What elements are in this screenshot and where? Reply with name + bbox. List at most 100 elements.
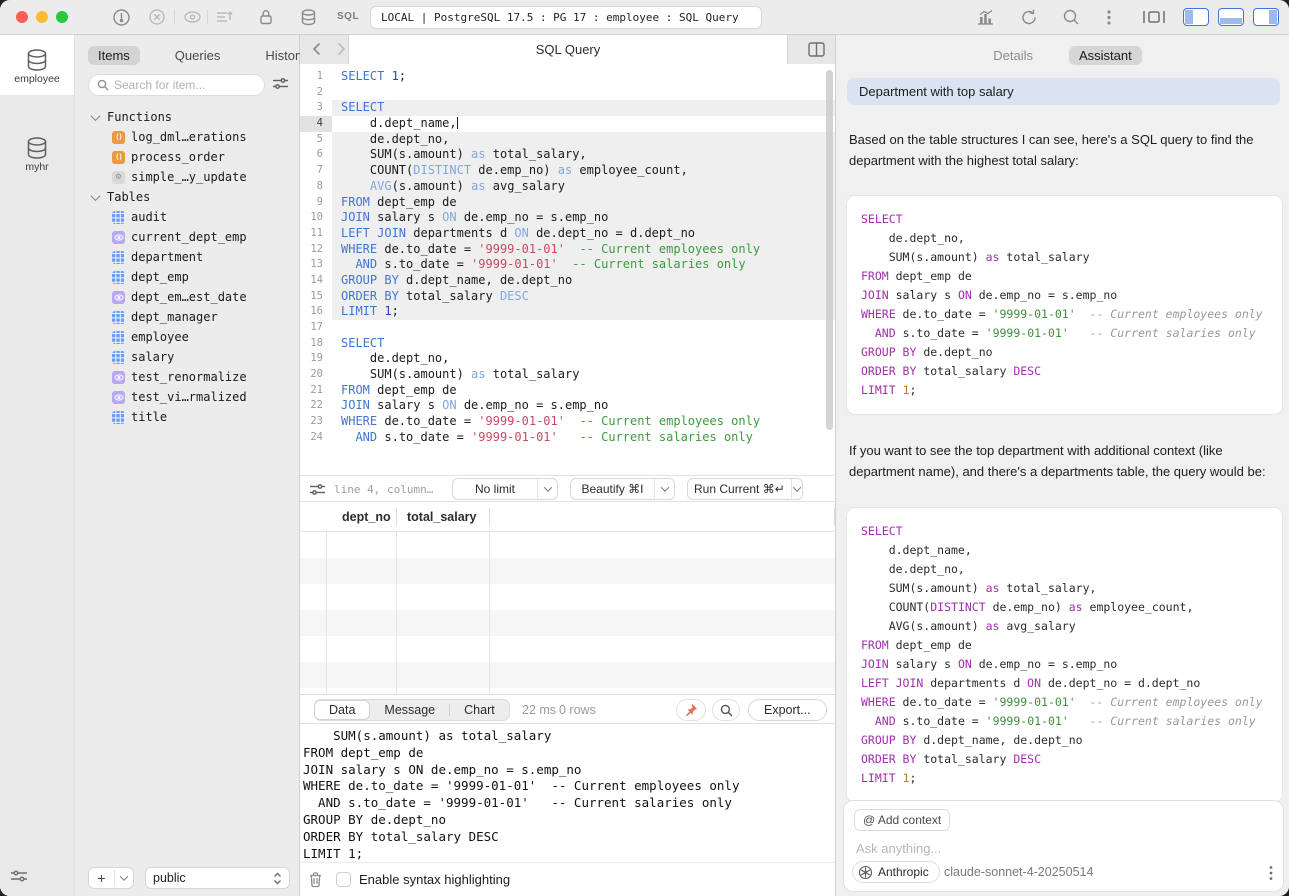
database-icon[interactable] <box>300 8 317 27</box>
tab-assistant[interactable]: Assistant <box>1069 46 1142 65</box>
editor-line-24[interactable]: 24 AND s.to_date = '9999-01-01' -- Curre… <box>300 430 835 446</box>
table-row[interactable] <box>300 662 835 688</box>
table-row[interactable] <box>300 636 835 662</box>
workspace-settings-icon[interactable] <box>10 868 28 884</box>
editor-line-3[interactable]: 3SELECT <box>300 100 835 116</box>
tab-details[interactable]: Details <box>983 46 1043 65</box>
connection-item-employee[interactable]: employee <box>0 35 74 95</box>
refresh-icon[interactable] <box>1020 8 1038 27</box>
sidebar-item-department[interactable]: department <box>75 247 299 267</box>
connection-title-field[interactable]: LOCAL | PostgreSQL 17.5 : PG 17 : employ… <box>370 6 762 29</box>
assistant-code-block[interactable]: SELECT de.dept_no, SUM(s.amount) as tota… <box>847 196 1282 414</box>
split-editor-icon[interactable] <box>808 42 825 57</box>
editor-scrollbar[interactable] <box>826 70 833 430</box>
editor-line-8[interactable]: 8 AVG(s.amount) as avg_salary <box>300 179 835 195</box>
editor-line-23[interactable]: 23WHERE de.to_date = '9999-01-01' -- Cur… <box>300 414 835 430</box>
export-button[interactable]: Export... <box>748 699 827 721</box>
sidebar-item-current-dept-emp[interactable]: current_dept_emp <box>75 227 299 247</box>
tab-sql-query[interactable]: SQL Query <box>348 35 788 64</box>
row-limit-dropdown[interactable]: No limit <box>452 478 558 500</box>
disconnect-icon[interactable] <box>148 8 166 26</box>
sidebar-item-salary[interactable]: salary <box>75 347 299 367</box>
editor-line-17[interactable]: 17 <box>300 320 835 336</box>
editor-line-14[interactable]: 14GROUP BY d.dept_name, de.dept_no <box>300 273 835 289</box>
tab-items[interactable]: Items <box>88 46 140 65</box>
run-current-button[interactable]: Run Current ⌘↵ <box>687 478 803 500</box>
zoom-window-button[interactable] <box>56 11 68 23</box>
sidebar-item-dept-manager[interactable]: dept_manager <box>75 307 299 327</box>
editor-line-1[interactable]: 1SELECT 1; <box>300 69 835 85</box>
editor-line-11[interactable]: 11LEFT JOIN departments d ON de.dept_no … <box>300 226 835 242</box>
editor-line-2[interactable]: 2 <box>300 85 835 101</box>
tab-message[interactable]: Message <box>370 700 449 720</box>
editor-line-21[interactable]: 21FROM dept_emp de <box>300 383 835 399</box>
toggle-left-panel-button[interactable] <box>1183 8 1209 26</box>
tree-section-functions[interactable]: Functions <box>75 107 299 127</box>
center-layout-icon[interactable] <box>1142 8 1166 26</box>
tab-data[interactable]: Data <box>314 700 370 720</box>
table-row[interactable] <box>300 558 835 584</box>
preview-eye-icon[interactable] <box>183 8 202 26</box>
editor-line-20[interactable]: 20 SUM(s.amount) as total_salary <box>300 367 835 383</box>
close-window-button[interactable] <box>16 11 28 23</box>
editor-settings-icon[interactable] <box>309 482 326 497</box>
editor-line-19[interactable]: 19 de.dept_no, <box>300 351 835 367</box>
table-row[interactable] <box>300 610 835 636</box>
forward-icon[interactable] <box>337 42 346 56</box>
assistant-code-block[interactable]: SELECT d.dept_name, de.dept_no, SUM(s.am… <box>847 508 1282 802</box>
lock-icon[interactable] <box>258 8 274 26</box>
provider-selector[interactable]: Anthropic <box>852 861 940 883</box>
toggle-right-panel-button[interactable] <box>1253 8 1279 26</box>
sidebar-item-employee[interactable]: employee <box>75 327 299 347</box>
chat-options-icon[interactable] <box>1269 865 1273 881</box>
column-header-dept-no[interactable]: dept_no <box>327 508 397 526</box>
editor-line-10[interactable]: 10JOIN salary s ON de.emp_no = s.emp_no <box>300 210 835 226</box>
editor-line-13[interactable]: 13 AND s.to_date = '9999-01-01' -- Curre… <box>300 257 835 273</box>
assistant-chat-input[interactable]: @ Add context Ask anything... Anthropic … <box>843 800 1284 892</box>
tab-queries[interactable]: Queries <box>165 46 231 65</box>
column-header-total-salary[interactable]: total_salary <box>397 508 490 526</box>
minimize-window-button[interactable] <box>36 11 48 23</box>
search-results-button[interactable] <box>712 699 740 721</box>
more-options-icon[interactable] <box>1106 8 1112 27</box>
tree-section-tables[interactable]: Tables <box>75 187 299 207</box>
message-pane[interactable]: SUM(s.amount) as total_salaryFROM dept_e… <box>300 724 835 862</box>
editor-line-4[interactable]: 4 d.dept_name, <box>300 116 835 132</box>
trash-icon[interactable] <box>308 871 323 888</box>
filter-icon[interactable] <box>272 76 289 91</box>
search-icon[interactable] <box>1062 8 1080 26</box>
table-row[interactable] <box>300 584 835 610</box>
chart-icon[interactable] <box>976 8 995 26</box>
sidebar-item-test-renormalize[interactable]: test_renormalize <box>75 367 299 387</box>
table-row[interactable] <box>300 532 835 558</box>
sidebar-item-process-order[interactable]: ()process_order <box>75 147 299 167</box>
sidebar-item-dept-em-est-date[interactable]: dept_em…est_date <box>75 287 299 307</box>
editor-line-5[interactable]: 5 de.dept_no, <box>300 132 835 148</box>
sidebar-search-input[interactable]: Search for item... <box>88 74 265 96</box>
editor-line-15[interactable]: 15ORDER BY total_salary DESC <box>300 289 835 305</box>
add-context-button[interactable]: @ Add context <box>854 809 950 831</box>
connection-item-myhr[interactable]: myhr <box>0 123 74 183</box>
editor-line-6[interactable]: 6 SUM(s.amount) as total_salary, <box>300 147 835 163</box>
editor-line-18[interactable]: 18SELECT <box>300 336 835 352</box>
sidebar-item-dept-emp[interactable]: dept_emp <box>75 267 299 287</box>
sql-editor[interactable]: 1SELECT 1;23SELECT4 d.dept_name,5 de.dep… <box>300 64 835 475</box>
add-item-button[interactable]: + <box>88 867 134 889</box>
connection-icon[interactable] <box>112 8 131 27</box>
sidebar-item-test-vi-rmalized[interactable]: test_vi…rmalized <box>75 387 299 407</box>
back-icon[interactable] <box>312 42 321 56</box>
assistant-session-banner[interactable]: Department with top salary <box>847 78 1280 105</box>
schema-select[interactable]: public <box>145 867 290 889</box>
editor-line-12[interactable]: 12WHERE de.to_date = '9999-01-01' -- Cur… <box>300 242 835 258</box>
editor-line-16[interactable]: 16LIMIT 1; <box>300 304 835 320</box>
pin-result-button[interactable] <box>676 699 706 721</box>
editor-line-22[interactable]: 22JOIN salary s ON de.emp_no = s.emp_no <box>300 398 835 414</box>
editor-line-7[interactable]: 7 COUNT(DISTINCT de.emp_no) as employee_… <box>300 163 835 179</box>
beautify-button[interactable]: Beautify ⌘I <box>570 478 675 500</box>
sidebar-item-audit[interactable]: audit <box>75 207 299 227</box>
toggle-bottom-panel-button[interactable] <box>1218 8 1244 26</box>
tab-chart[interactable]: Chart <box>450 700 509 720</box>
commit-list-icon[interactable] <box>215 8 233 26</box>
syntax-highlighting-checkbox[interactable] <box>336 872 351 887</box>
sidebar-item-title[interactable]: title <box>75 407 299 427</box>
